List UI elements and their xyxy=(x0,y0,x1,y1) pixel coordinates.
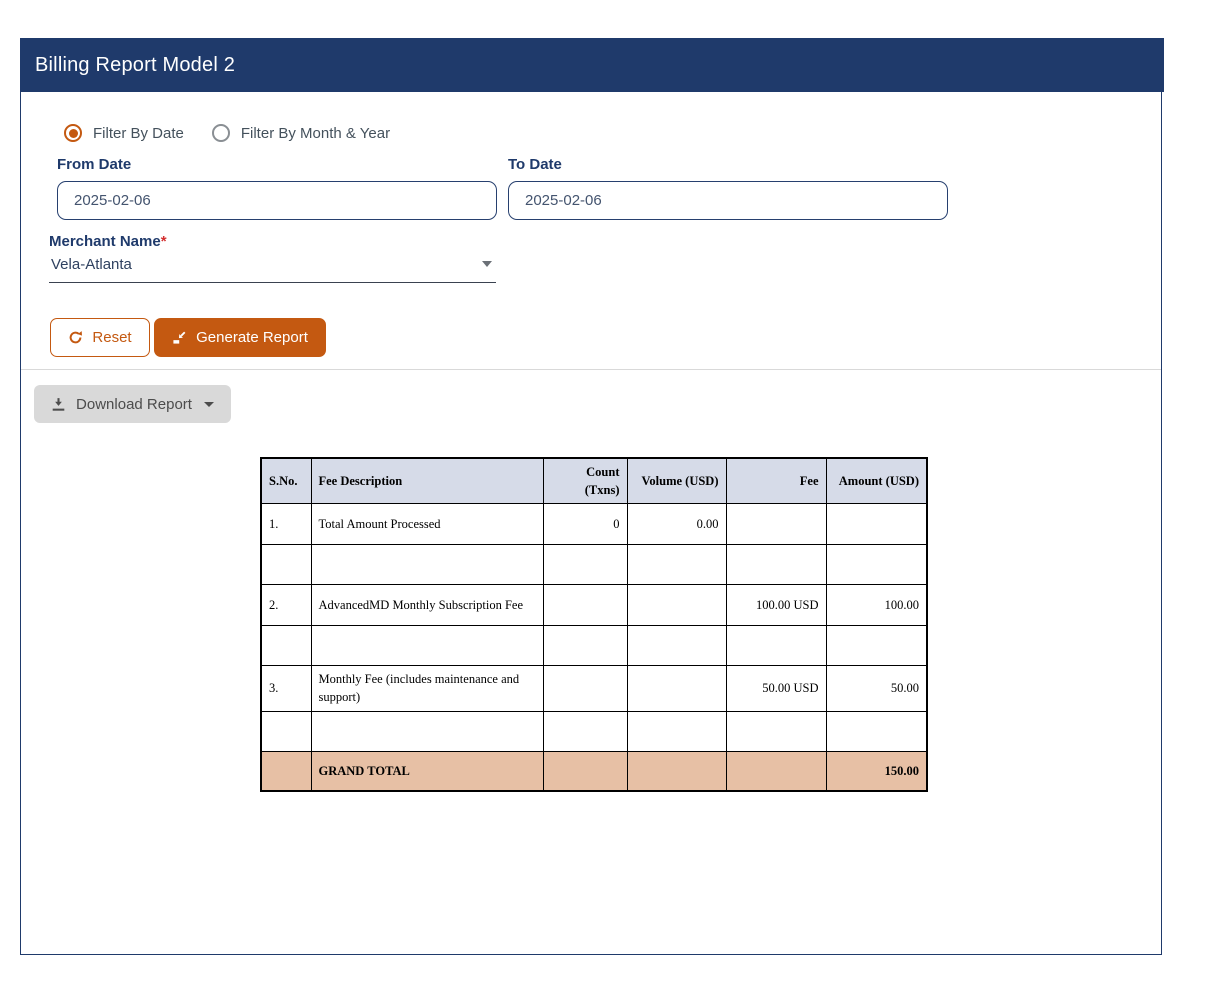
cell-volume: 0.00 xyxy=(627,504,726,545)
generate-report-button[interactable]: Generate Report xyxy=(154,318,326,357)
download-icon xyxy=(51,397,66,412)
table-row: 1.Total Amount Processed00.00 xyxy=(261,504,927,545)
cell-volume xyxy=(627,751,726,791)
radio-filter-by-date-label: Filter By Date xyxy=(93,125,184,142)
cell-sno xyxy=(261,751,311,791)
cell-count xyxy=(543,626,627,666)
generate-report-icon xyxy=(172,330,187,345)
cell-sno: 1. xyxy=(261,504,311,545)
merchant-name-label: Merchant Name* xyxy=(49,233,167,250)
cell-amount xyxy=(826,711,927,751)
table-row: 3.Monthly Fee (includes maintenance and … xyxy=(261,666,927,711)
cell-sno: 2. xyxy=(261,585,311,626)
table-row: 2.AdvancedMD Monthly Subscription Fee 100… xyxy=(261,585,927,626)
cell-fee xyxy=(726,751,826,791)
cell-amount: 150.00 xyxy=(826,751,927,791)
cell-volume xyxy=(627,585,726,626)
cell-fee xyxy=(726,711,826,751)
cell-sno xyxy=(261,545,311,585)
cell-description xyxy=(311,711,543,751)
cell-count xyxy=(543,666,627,711)
cell-amount: 50.00 xyxy=(826,666,927,711)
reset-button[interactable]: Reset xyxy=(50,318,150,357)
page-title: Billing Report Model 2 xyxy=(35,54,235,77)
billing-report-card: Billing Report Model 2 Filter By Date Fi… xyxy=(20,38,1162,955)
caret-down-icon xyxy=(204,402,214,407)
cell-sno xyxy=(261,711,311,751)
grand-total-row: GRAND TOTAL 150.00 xyxy=(261,751,927,791)
cell-amount xyxy=(826,626,927,666)
cell-fee xyxy=(726,626,826,666)
cell-volume xyxy=(627,711,726,751)
cell-count xyxy=(543,751,627,791)
cell-fee xyxy=(726,545,826,585)
radio-filter-by-date[interactable]: Filter By Date xyxy=(64,124,184,142)
radio-selected-icon xyxy=(64,124,82,142)
cell-description xyxy=(311,545,543,585)
cell-description xyxy=(311,626,543,666)
chevron-down-icon xyxy=(482,261,492,267)
from-date-input[interactable] xyxy=(57,181,497,220)
reset-icon xyxy=(68,330,83,345)
column-header: Fee Description xyxy=(311,458,543,504)
radio-unselected-icon xyxy=(212,124,230,142)
page-header: Billing Report Model 2 xyxy=(20,38,1164,92)
cell-amount xyxy=(826,504,927,545)
table-row xyxy=(261,626,927,666)
cell-count xyxy=(543,711,627,751)
cell-count xyxy=(543,545,627,585)
cell-fee: 50.00 USD xyxy=(726,666,826,711)
to-date-label: To Date xyxy=(508,156,562,173)
cell-volume xyxy=(627,626,726,666)
column-header: Volume (USD) xyxy=(627,458,726,504)
cell-count: 0 xyxy=(543,504,627,545)
radio-filter-by-month-year-label: Filter By Month & Year xyxy=(241,125,390,142)
column-header: Fee xyxy=(726,458,826,504)
cell-description: Total Amount Processed xyxy=(311,504,543,545)
filter-mode-radios: Filter By Date Filter By Month & Year xyxy=(64,124,390,142)
to-date-input[interactable] xyxy=(508,181,948,220)
billing-report-table: S.No.Fee DescriptionCount (Txns)Volume (… xyxy=(260,457,928,792)
required-asterisk: * xyxy=(161,233,167,250)
merchant-selected-value: Vela-Atlanta xyxy=(51,256,132,273)
cell-volume xyxy=(627,545,726,585)
cell-count xyxy=(543,585,627,626)
table-row xyxy=(261,711,927,751)
cell-description: AdvancedMD Monthly Subscription Fee xyxy=(311,585,543,626)
from-date-label: From Date xyxy=(57,156,131,173)
section-divider xyxy=(21,369,1161,370)
column-header: Count (Txns) xyxy=(543,458,627,504)
merchant-name-select[interactable]: Vela-Atlanta xyxy=(49,252,496,283)
cell-sno: 3. xyxy=(261,666,311,711)
column-header: S.No. xyxy=(261,458,311,504)
table-header-row: S.No.Fee DescriptionCount (Txns)Volume (… xyxy=(261,458,927,504)
cell-amount xyxy=(826,545,927,585)
download-report-button[interactable]: Download Report xyxy=(34,385,231,423)
cell-volume xyxy=(627,666,726,711)
cell-amount: 100.00 xyxy=(826,585,927,626)
radio-filter-by-month-year[interactable]: Filter By Month & Year xyxy=(212,124,390,142)
column-header: Amount (USD) xyxy=(826,458,927,504)
cell-fee: 100.00 USD xyxy=(726,585,826,626)
cell-description: Monthly Fee (includes maintenance and su… xyxy=(311,666,543,711)
table-row xyxy=(261,545,927,585)
cell-fee xyxy=(726,504,826,545)
cell-description: GRAND TOTAL xyxy=(311,751,543,791)
cell-sno xyxy=(261,626,311,666)
